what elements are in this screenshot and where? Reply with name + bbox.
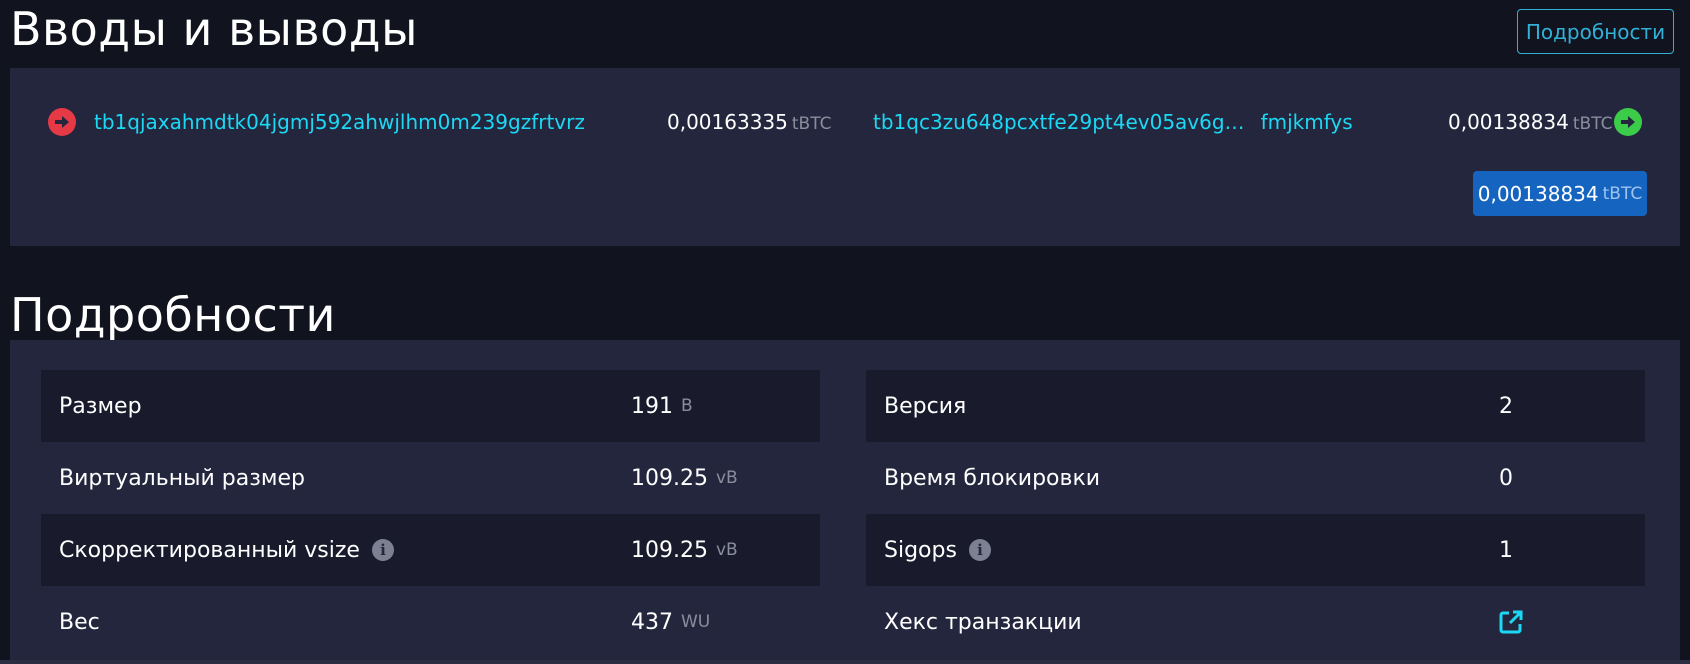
locktime-value: 0: [1499, 465, 1513, 491]
detail-row-version: Версия 2: [866, 370, 1645, 442]
input-amount: 0,00163335 tBTC: [667, 110, 831, 134]
output-amount-unit: tBTC: [1572, 114, 1613, 134]
version-value: 2: [1499, 393, 1513, 419]
detail-row-sigops: Sigops i 1: [866, 514, 1645, 586]
input-amount-unit: tBTC: [791, 114, 832, 134]
output-address-link[interactable]: tb1qc3zu648pcxtfe29pt4ev05av6g… fmjkmfys: [873, 110, 1353, 134]
weight-number: 437: [631, 609, 673, 635]
details-button[interactable]: Подробности: [1517, 9, 1674, 54]
virtual-size-label: Виртуальный размер: [59, 465, 305, 491]
weight-value: 437 WU: [631, 586, 710, 658]
size-label: Размер: [59, 393, 142, 419]
virtual-size-number: 109.25: [631, 465, 708, 491]
detail-row-locktime: Время блокировки 0: [866, 442, 1645, 514]
output-address-end: fmjkmfys: [1260, 110, 1353, 134]
io-section-title: Вводы и выводы: [10, 2, 418, 56]
tx-hex-label: Хекс транзакции: [884, 609, 1082, 635]
input-arrow-icon[interactable]: [48, 108, 76, 136]
output-amount: 0,00138834 tBTC: [1448, 110, 1612, 134]
detail-row-virtual-size: Виртуальный размер 109.25 vB: [41, 442, 820, 514]
size-value: 191 B: [631, 370, 693, 442]
detail-row-size: Размер 191 B: [41, 370, 820, 442]
details-section-title: Подробности: [10, 288, 336, 342]
virtual-size-unit: vB: [715, 468, 738, 488]
total-amount-unit: tBTC: [1602, 183, 1643, 204]
external-link-icon[interactable]: [1498, 586, 1524, 658]
io-panel: tb1qjaxahmdtk04jgmj592ahwjlhm0m239gzfrtv…: [10, 68, 1680, 246]
info-icon[interactable]: i: [371, 539, 394, 561]
sigops-label-wrap: Sigops i: [884, 514, 991, 586]
weight-unit: WU: [681, 612, 711, 632]
sigops-value: 1: [1499, 537, 1513, 563]
virtual-size-value: 109.25 vB: [631, 442, 738, 514]
adjusted-vsize-value: 109.25 vB: [631, 514, 738, 586]
version-label: Версия: [884, 393, 967, 419]
size-unit: B: [681, 396, 693, 416]
detail-row-adjusted-vsize: Скорректированный vsize i 109.25 vB: [41, 514, 820, 586]
adjusted-vsize-label-wrap: Скорректированный vsize i: [59, 514, 394, 586]
bottom-divider: [0, 660, 1690, 664]
locktime-label: Время блокировки: [884, 465, 1101, 491]
weight-label: Вес: [59, 609, 100, 635]
input-amount-value: 0,00163335: [667, 110, 788, 134]
output-arrow-icon[interactable]: [1614, 108, 1642, 136]
info-icon[interactable]: i: [968, 539, 991, 561]
detail-row-tx-hex: Хекс транзакции: [866, 586, 1645, 658]
sigops-label: Sigops: [884, 537, 957, 563]
details-panel: Размер 191 B Виртуальный размер 109.25 vB …: [10, 340, 1680, 664]
detail-row-weight: Вес 437 WU: [41, 586, 820, 658]
input-address-link[interactable]: tb1qjaxahmdtk04jgmj592ahwjlhm0m239gzfrtv…: [94, 110, 585, 134]
total-amount-value: 0,00138834: [1477, 181, 1599, 206]
total-amount-badge: 0,00138834 tBTC: [1473, 171, 1647, 216]
adjusted-vsize-number: 109.25: [631, 537, 708, 563]
output-amount-value: 0,00138834: [1448, 110, 1569, 134]
adjusted-vsize-label: Скорректированный vsize: [59, 537, 360, 563]
output-address-start: tb1qc3zu648pcxtfe29pt4ev05av6g…: [873, 110, 1245, 134]
size-number: 191: [631, 393, 673, 419]
adjusted-vsize-unit: vB: [715, 540, 738, 560]
